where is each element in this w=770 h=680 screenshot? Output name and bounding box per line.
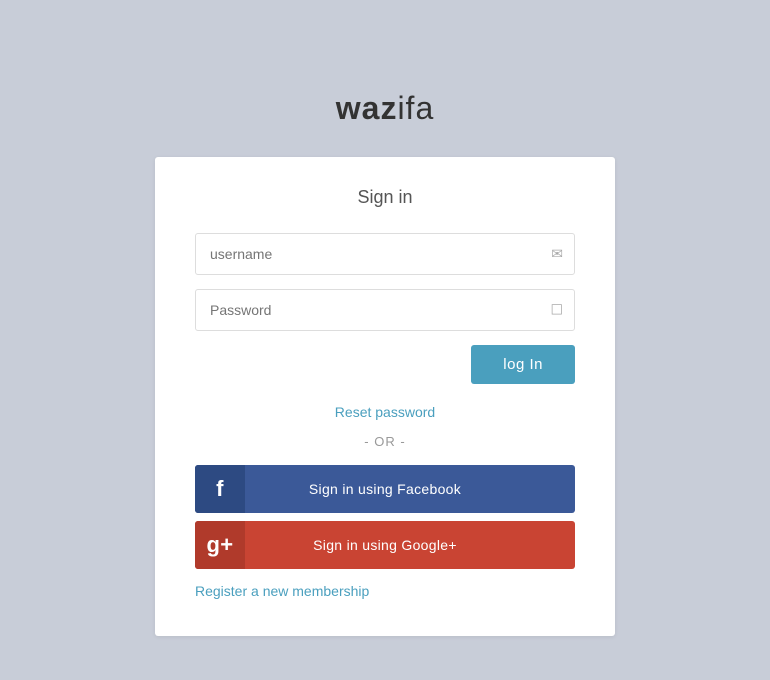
app-title: wazifa: [336, 90, 434, 127]
register-link[interactable]: Register a new membership: [195, 583, 369, 599]
login-button[interactable]: log In: [471, 345, 575, 384]
login-btn-row: log In: [195, 345, 575, 384]
facebook-button-label: Sign in using Facebook: [245, 481, 575, 497]
app-title-bold: waz: [336, 90, 398, 126]
google-signin-button[interactable]: g+ Sign in using Google+: [195, 521, 575, 569]
or-divider: - OR -: [195, 434, 575, 449]
password-input[interactable]: [195, 289, 575, 331]
app-title-light: ifa: [397, 90, 434, 126]
card-title: Sign in: [195, 187, 575, 208]
google-button-label: Sign in using Google+: [245, 537, 575, 553]
facebook-icon: f: [195, 465, 245, 513]
login-card: Sign in ✉ ☐ log In Reset password - OR -…: [155, 157, 615, 636]
google-icon: g+: [195, 521, 245, 569]
register-link-container: Register a new membership: [195, 583, 575, 601]
reset-password-link[interactable]: Reset password: [335, 404, 435, 420]
facebook-signin-button[interactable]: f Sign in using Facebook: [195, 465, 575, 513]
password-wrapper: ☐: [195, 289, 575, 331]
username-wrapper: ✉: [195, 233, 575, 275]
reset-password-container: Reset password: [195, 404, 575, 422]
username-input[interactable]: [195, 233, 575, 275]
